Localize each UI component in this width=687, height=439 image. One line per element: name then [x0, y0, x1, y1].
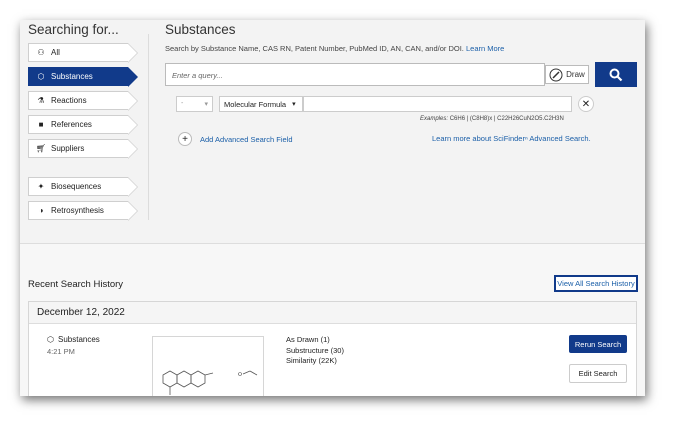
- search-icon: [609, 68, 623, 81]
- vertical-divider: [148, 34, 149, 220]
- remove-field-button[interactable]: ✕: [578, 96, 594, 112]
- result-substructure: Substructure (30): [286, 345, 344, 355]
- all-icon: ⚇: [37, 48, 45, 57]
- substance-icon: ⬡: [47, 335, 54, 344]
- structure-thumbnail[interactable]: [152, 336, 264, 396]
- sidebar-item-substances[interactable]: ⬡ Substances: [28, 67, 138, 87]
- sidebar-item-reactions[interactable]: ⚗ Reactions: [28, 91, 138, 111]
- result-counts: As Drawn (1) Substructure (30) Similarit…: [286, 335, 344, 367]
- sidebar-item-retrosynthesis[interactable]: ◑ Retrosynthesis: [28, 201, 138, 221]
- plus-icon: +: [178, 132, 192, 146]
- operator-value: -: [181, 100, 184, 107]
- close-icon: ✕: [581, 98, 591, 110]
- sidebar-item-suppliers[interactable]: 🛒︎ Suppliers: [28, 139, 138, 159]
- history-card: December 12, 2022 ⬡ Substances 4:21 PM A…: [28, 301, 637, 396]
- formula-input[interactable]: [303, 96, 572, 112]
- history-title: Recent Search History: [28, 279, 124, 290]
- search-description: Search by Substance Name, CAS RN, Patent…: [165, 44, 504, 53]
- query-input[interactable]: Enter a query...: [165, 63, 545, 86]
- learn-advanced-link[interactable]: Learn more about SciFinderⁿ Advanced Sea…: [432, 134, 591, 143]
- biosequence-icon: ✦: [37, 182, 45, 191]
- examples-hint: Examples: C6H6 | (C8H8)x | C22H26CuN2O5.…: [420, 116, 564, 122]
- operator-select[interactable]: - ▾: [176, 96, 213, 112]
- sidebar-item-label: Reactions: [51, 96, 87, 105]
- history-date: December 12, 2022: [29, 302, 636, 324]
- result-as-drawn: As Drawn (1): [286, 335, 330, 344]
- sidebar-item-all[interactable]: ⚇ All: [28, 43, 138, 63]
- search-panel: Searching for... ⚇ All ⬡ Substances ⚗ Re…: [20, 20, 645, 243]
- chevron-down-icon: ▾: [204, 101, 208, 108]
- sidebar-item-references[interactable]: ■ References: [28, 115, 138, 135]
- pencil-icon: [549, 68, 563, 81]
- sidebar-item-label: All: [51, 48, 60, 57]
- sidebar-item-label: Suppliers: [51, 144, 85, 153]
- history-entry-label: Substances: [57, 335, 100, 344]
- rerun-search-button[interactable]: Rerun Search: [569, 335, 627, 353]
- edit-search-button[interactable]: Edit Search: [569, 364, 627, 383]
- sidebar-item-biosequences[interactable]: ✦ Biosequences: [28, 177, 138, 197]
- sidebar-item-label: References: [51, 120, 92, 129]
- sidebar-title: Searching for...: [28, 22, 119, 37]
- draw-label: Draw: [566, 70, 585, 79]
- search-description-text: Search by Substance Name, CAS RN, Patent…: [165, 44, 464, 53]
- molecule-drawing: [162, 370, 258, 395]
- history-section: Recent Search History View All Search Hi…: [20, 243, 645, 396]
- page-title: Substances: [165, 22, 236, 37]
- retrosynthesis-icon: ◑: [38, 206, 44, 215]
- view-all-history-button[interactable]: View All Search History: [554, 275, 638, 292]
- sidebar-item-label: Retrosynthesis: [51, 206, 104, 215]
- sidebar-item-label: Biosequences: [51, 182, 102, 191]
- result-similarity: Similarity (22K): [286, 356, 337, 365]
- reaction-flask-icon: ⚗: [37, 96, 45, 105]
- learn-more-link[interactable]: Learn More: [466, 44, 504, 53]
- add-advanced-field-button[interactable]: + Add Advanced Search Field: [178, 132, 293, 146]
- cart-icon: 🛒︎: [35, 144, 47, 153]
- sidebar-item-label: Substances: [51, 72, 93, 81]
- add-advanced-label: Add Advanced Search Field: [200, 134, 293, 144]
- field-value: Molecular Formula: [224, 99, 287, 109]
- field-select[interactable]: Molecular Formula ▾: [219, 96, 303, 112]
- examples-label: Examples:: [420, 116, 449, 122]
- draw-button[interactable]: Draw: [545, 65, 589, 84]
- examples-text: C6H6 | (C8H8)x | C22H26CuN2O5.C2H3N: [449, 116, 564, 122]
- app-window: Searching for... ⚇ All ⬡ Substances ⚗ Re…: [20, 20, 645, 396]
- chevron-down-icon: ▾: [292, 101, 296, 108]
- history-entry-time: 4:21 PM: [47, 347, 75, 356]
- history-entry-type: ⬡ Substances: [47, 335, 100, 344]
- document-icon: ■: [38, 120, 44, 129]
- search-button[interactable]: [595, 62, 637, 87]
- substance-icon: ⬡: [37, 72, 45, 81]
